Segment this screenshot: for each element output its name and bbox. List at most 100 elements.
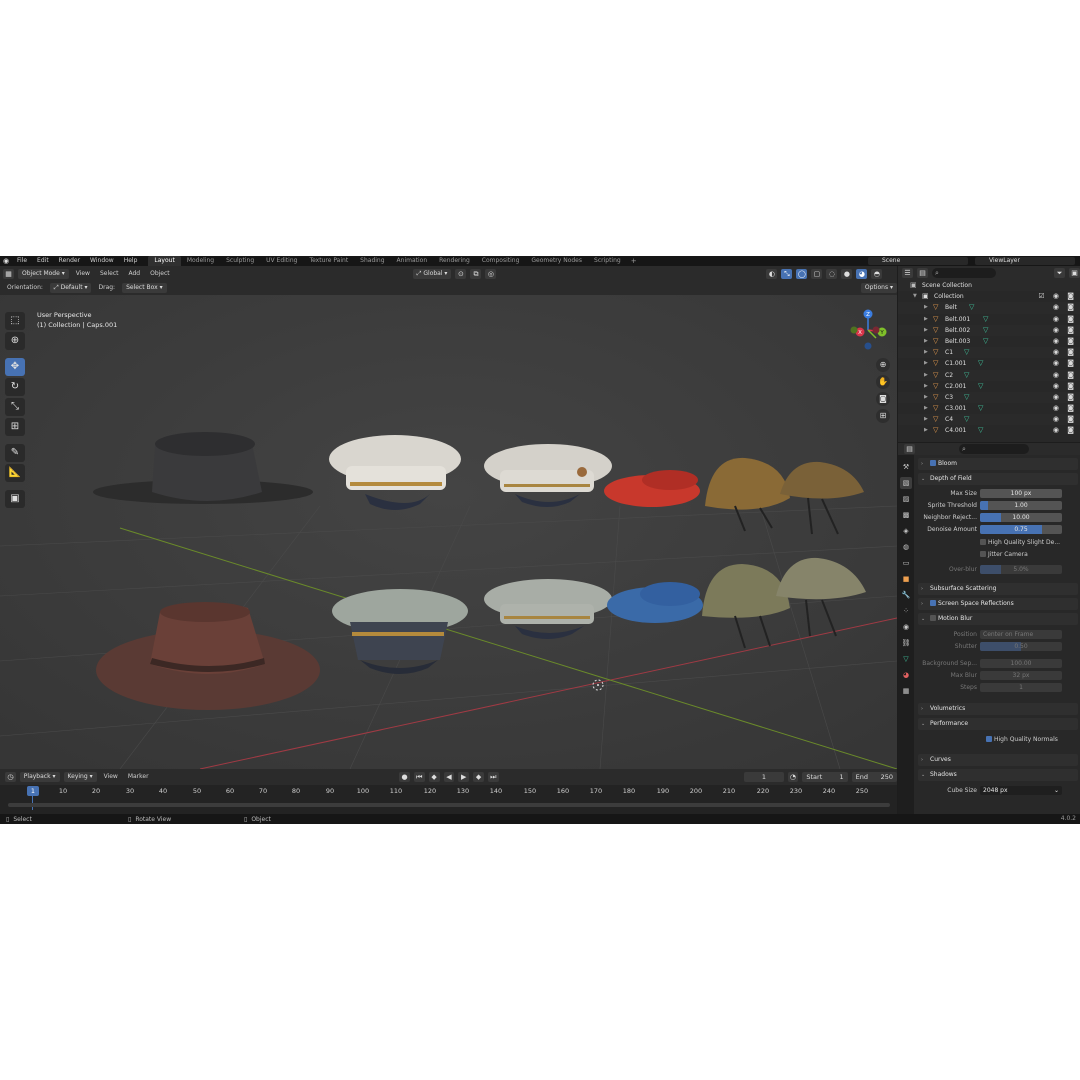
bloom-checkbox[interactable]: [930, 460, 936, 466]
visibility-icon[interactable]: ◐: [766, 268, 778, 279]
transform-tool-icon[interactable]: ⊞: [5, 418, 25, 436]
visibility-toggles-icon[interactable]: ◉ ◙: [1053, 325, 1077, 336]
output-tab-icon[interactable]: ▨: [900, 493, 912, 505]
playback-menu[interactable]: Playback ▾: [19, 772, 60, 782]
tree-item[interactable]: ▶ ▽ C4.001 ▽ ◉ ◙: [898, 425, 1080, 436]
max-blur-field[interactable]: 32 px: [980, 671, 1062, 680]
shadows-panel[interactable]: ⌄ Shadows: [918, 769, 1078, 781]
view-layer-tab-icon[interactable]: ▩: [900, 509, 912, 521]
shading-rendered-icon[interactable]: ◓: [871, 268, 883, 279]
expand-arrow-icon[interactable]: ▶: [924, 336, 928, 347]
menu-edit[interactable]: Edit: [32, 256, 54, 266]
data-tab-icon[interactable]: ▽: [900, 653, 912, 665]
add-workspace-button[interactable]: +: [627, 256, 641, 266]
visibility-toggles-icon[interactable]: ◉ ◙: [1053, 425, 1077, 436]
motion-blur-checkbox[interactable]: [930, 615, 936, 621]
timeline-ruler[interactable]: 10 20 30 40 50 60 70 80 90 100 110 120 1…: [0, 785, 897, 799]
tab-animation[interactable]: Animation: [391, 256, 434, 266]
steps-field[interactable]: 1: [980, 683, 1062, 692]
bg-separation-field[interactable]: 100.00: [980, 659, 1062, 668]
measure-tool-icon[interactable]: 📐: [5, 464, 25, 482]
viewport-scene[interactable]: [0, 266, 897, 769]
proportional-edit-icon[interactable]: ◎: [485, 268, 497, 279]
jump-start-icon[interactable]: ⏮: [413, 772, 425, 782]
tree-item[interactable]: ▶ ▽ C3.001 ▽ ◉ ◙: [898, 403, 1080, 414]
collection-tab-icon[interactable]: ▭: [900, 557, 912, 569]
tab-rendering[interactable]: Rendering: [433, 256, 476, 266]
tree-item[interactable]: ▶ ▽ C4 ▽ ◉ ◙: [898, 414, 1080, 426]
tab-uv-editing[interactable]: UV Editing: [260, 256, 303, 266]
menu-file[interactable]: File: [12, 256, 32, 266]
tree-item[interactable]: ▶ ▽ Belt.001 ▽ ◉ ◙: [898, 314, 1080, 325]
transform-orientation-dropdown[interactable]: ⤢ Global ▾: [412, 268, 452, 279]
playhead[interactable]: 1: [27, 786, 39, 796]
tab-geometry-nodes[interactable]: Geometry Nodes: [525, 256, 588, 266]
menu-help[interactable]: Help: [119, 256, 143, 266]
cursor-tool-icon[interactable]: ⊕: [5, 332, 25, 350]
zoom-icon[interactable]: ⊕: [876, 358, 890, 372]
keying-menu[interactable]: Keying ▾: [63, 772, 97, 782]
drag-dropdown[interactable]: Select Box ▾: [122, 283, 167, 293]
curves-panel[interactable]: › Curves: [918, 754, 1078, 766]
tree-scene-collection[interactable]: ▣ Scene Collection: [898, 280, 1080, 292]
expand-arrow-icon[interactable]: ▶: [924, 392, 928, 403]
overblur-slider[interactable]: 5.0%: [980, 565, 1062, 574]
tree-item[interactable]: ▶ ▽ C1 ▽ ◉ ◙: [898, 347, 1080, 359]
tree-collection[interactable]: ▼ ▣ Collection ☑ ◉ ◙: [898, 291, 1080, 302]
view-layer-selector[interactable]: ViewLayer: [975, 257, 1075, 265]
timeline-scrollbar[interactable]: [8, 803, 890, 807]
current-frame-field[interactable]: 1: [744, 772, 784, 782]
scene-selector[interactable]: Scene: [868, 257, 968, 265]
menu-select[interactable]: Select: [97, 269, 122, 279]
stopwatch-icon[interactable]: ◔: [787, 772, 799, 782]
tree-item[interactable]: ▶ ▽ C2.001 ▽ ◉ ◙: [898, 381, 1080, 392]
expand-arrow-icon[interactable]: ▶: [924, 314, 928, 325]
tab-scripting[interactable]: Scripting: [588, 256, 627, 266]
play-reverse-icon[interactable]: ◀: [443, 772, 455, 782]
jump-end-icon[interactable]: ⏭: [487, 772, 499, 782]
bloom-panel[interactable]: › Bloom: [918, 458, 1078, 470]
tab-modeling[interactable]: Modeling: [181, 256, 220, 266]
tab-shading[interactable]: Shading: [354, 256, 390, 266]
constraints-tab-icon[interactable]: ⛓: [900, 637, 912, 649]
position-dropdown[interactable]: Center on Frame: [980, 630, 1062, 639]
expand-arrow-icon[interactable]: ▶: [924, 347, 928, 358]
render-tab-icon[interactable]: ▧: [900, 477, 912, 489]
start-frame-field[interactable]: Start 1: [802, 772, 848, 782]
filter-icon[interactable]: ⏷: [1054, 268, 1065, 278]
visibility-toggles-icon[interactable]: ◉ ◙: [1053, 392, 1077, 403]
pivot-icon[interactable]: ⊙: [455, 268, 467, 279]
scale-tool-icon[interactable]: ⤡: [5, 398, 25, 416]
editor-type-icon[interactable]: ▦: [3, 268, 14, 279]
expand-arrow-icon[interactable]: ▶: [924, 370, 928, 381]
sss-panel[interactable]: › Subsurface Scattering: [918, 583, 1078, 595]
world-tab-icon[interactable]: ◍: [900, 541, 912, 553]
marker-menu[interactable]: Marker: [125, 772, 152, 782]
ssr-panel[interactable]: › Screen Space Reflections: [918, 598, 1078, 610]
menu-object[interactable]: Object: [147, 269, 173, 279]
menu-window[interactable]: Window: [85, 256, 119, 266]
options-button[interactable]: Options ▾: [860, 283, 897, 293]
prev-keyframe-icon[interactable]: ◆: [428, 772, 440, 782]
properties-search-input[interactable]: ⌕: [959, 444, 1029, 454]
timeline[interactable]: ◷ Playback ▾ Keying ▾ View Marker ● ⏮ ◆ …: [0, 769, 897, 814]
add-cube-tool-icon[interactable]: ▣: [5, 490, 25, 508]
visibility-toggles-icon[interactable]: ◉ ◙: [1053, 414, 1077, 425]
shutter-slider[interactable]: 0.50: [980, 642, 1062, 651]
camera-view-icon[interactable]: ◙: [876, 392, 890, 406]
expand-arrow-icon[interactable]: ▼: [913, 291, 917, 302]
texture-tab-icon[interactable]: ▦: [900, 685, 912, 697]
sprite-threshold-slider[interactable]: 1.00: [980, 501, 1062, 510]
motion-blur-panel[interactable]: ⌄ Motion Blur: [918, 613, 1078, 625]
volumetrics-panel[interactable]: › Volumetrics: [918, 703, 1078, 715]
tab-compositing[interactable]: Compositing: [476, 256, 526, 266]
expand-arrow-icon[interactable]: ▶: [924, 403, 928, 414]
xray-icon[interactable]: ▢: [811, 268, 823, 279]
timeline-editor-icon[interactable]: ◷: [5, 772, 16, 782]
tool-tab-icon[interactable]: ⚒: [900, 461, 912, 473]
properties-editor-icon[interactable]: ▤: [904, 444, 915, 454]
cube-size-dropdown[interactable]: 2048 px ⌄: [980, 786, 1062, 795]
expand-arrow-icon[interactable]: ▶: [924, 325, 928, 336]
overlay-toggle-icon[interactable]: ◯: [796, 268, 808, 279]
object-tab-icon[interactable]: ■: [900, 573, 912, 585]
